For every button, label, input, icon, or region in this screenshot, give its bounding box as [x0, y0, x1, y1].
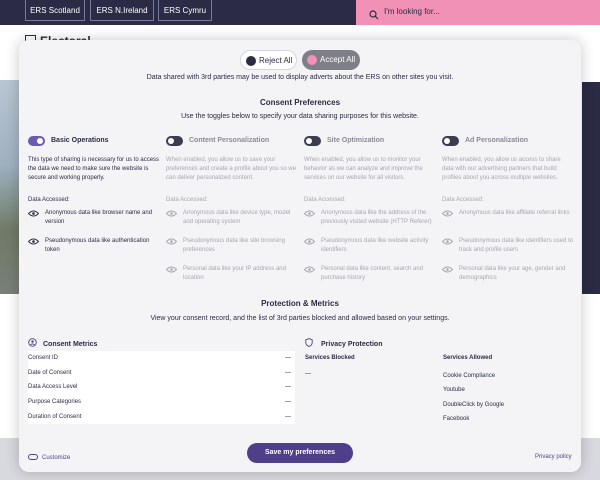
- nav-tab-n-ireland[interactable]: ERS N.Ireland: [90, 0, 154, 21]
- accept-all-button[interactable]: Accept All: [302, 50, 360, 70]
- consent-modal: Reject All Accept All Data shared with 3…: [19, 40, 581, 472]
- customize-link[interactable]: Customize: [28, 454, 70, 461]
- hero-image: [0, 80, 19, 294]
- preferences-title: Consent Preferences: [259, 98, 341, 107]
- protection-subtitle: View your consent record, and the list o…: [150, 315, 450, 322]
- allowed-service-item: DoubleClick by Google: [443, 402, 505, 408]
- eye-icon: [27, 210, 40, 221]
- reject-all-label: Reject All: [259, 56, 293, 65]
- accept-dot-icon: [307, 55, 317, 65]
- reject-dot-icon: [246, 56, 256, 66]
- category-description: When enabled, you allow us access to sha…: [442, 157, 561, 181]
- toggle-icon: [28, 454, 38, 460]
- nav-tab-scotland[interactable]: ERS Scotland: [25, 0, 85, 21]
- search-placeholder: I'm looking for...: [384, 7, 440, 16]
- toggle-content-personalization[interactable]: [166, 136, 183, 146]
- services-blocked-value: —: [305, 371, 311, 377]
- data-item: Personal data like your age, gender and …: [441, 265, 574, 293]
- data-item: Personal data like your IP address and l…: [165, 265, 298, 293]
- data-accessed-label: Data Accessed:: [304, 197, 346, 203]
- metric-row: Duration of Consent —: [28, 413, 291, 420]
- data-item: Anonymous data like affiliate referral l…: [441, 209, 574, 237]
- category-basic-operations: Basic Operations This type of sharing is…: [27, 136, 160, 265]
- metric-row: Consent ID —: [28, 355, 291, 361]
- allowed-service-item: Facebook: [443, 416, 470, 422]
- allowed-service-item: Youtube: [443, 387, 465, 393]
- toggle-basic-operations[interactable]: [28, 136, 45, 146]
- shield-icon: [305, 338, 313, 347]
- preferences-subtitle: Use the toggles below to specify your da…: [181, 113, 419, 120]
- user-circle-icon: [28, 338, 37, 347]
- eye-icon: [303, 210, 316, 221]
- data-item: Pseudonymous data like site browsing pre…: [165, 237, 298, 265]
- data-item: Anonymous data like browser name and ver…: [27, 209, 160, 237]
- eye-icon: [27, 238, 40, 249]
- search-icon: [369, 7, 379, 25]
- data-accessed-label: Data Accessed:: [28, 197, 70, 203]
- category-description: When enabled, you allow us to save your …: [166, 157, 297, 181]
- data-item: Pseudonymous data like identifiers used …: [441, 237, 574, 265]
- eye-icon: [165, 266, 178, 277]
- save-preferences-button[interactable]: Save my preferences: [247, 443, 353, 463]
- eye-icon: [303, 266, 316, 277]
- reject-all-button[interactable]: Reject All: [240, 50, 297, 70]
- protection-title: Protection & Metrics: [261, 299, 339, 308]
- category-title: Content Personalization: [189, 137, 270, 144]
- category-title: Basic Operations: [51, 137, 109, 144]
- allowed-service-item: Cookie Compliance: [443, 373, 496, 379]
- privacy-protection-heading: Privacy Protection: [305, 338, 382, 348]
- data-item: Pseudonymous data like website activity …: [303, 237, 436, 265]
- data-item: Anonymous data like the address of the p…: [303, 209, 436, 237]
- eye-icon: [441, 266, 454, 277]
- services-allowed-heading: Services Allowed: [443, 355, 493, 361]
- eye-icon: [303, 238, 316, 249]
- data-accessed-label: Data Accessed:: [442, 197, 484, 203]
- data-item: Pseudonymous data like authentication to…: [27, 237, 160, 265]
- eye-icon: [165, 210, 178, 221]
- consent-intro: Data shared with 3rd parties may be used…: [146, 74, 454, 81]
- side-panel: [582, 82, 600, 294]
- accept-all-label: Accept All: [320, 55, 356, 64]
- data-item: Anonymous data like device type, model a…: [165, 209, 298, 237]
- eye-icon: [165, 238, 178, 249]
- category-content-personalization: Content Personalization When enabled, yo…: [165, 136, 298, 293]
- data-accessed-label: Data Accessed:: [166, 197, 208, 203]
- category-description: When enabled, you allow us to monitor yo…: [304, 157, 423, 181]
- consent-metrics-heading: Consent Metrics: [28, 338, 97, 348]
- eye-icon: [441, 238, 454, 249]
- category-title: Site Optimization: [327, 137, 385, 144]
- eye-icon: [441, 210, 454, 221]
- nav-tab-cymru[interactable]: ERS Cymru: [158, 0, 212, 21]
- category-ad-personalization: Ad Personalization When enabled, you all…: [441, 136, 574, 293]
- services-blocked-heading: Services Blocked: [305, 355, 355, 361]
- metric-row: Data Access Level —: [28, 384, 291, 391]
- toggle-ad-personalization[interactable]: [442, 136, 459, 146]
- metric-row: Purpose Categories —: [28, 399, 291, 406]
- metric-row: Date of Consent —: [28, 369, 291, 376]
- consent-metrics-table: Consent ID — Date of Consent — Data Access…: [28, 351, 295, 425]
- data-item: Personal data like content, search and p…: [303, 265, 436, 293]
- privacy-policy-link[interactable]: Privacy policy: [535, 454, 572, 460]
- category-description: This type of sharing is necessary for us…: [28, 157, 160, 181]
- category-title: Ad Personalization: [465, 137, 529, 144]
- search-bar[interactable]: I'm looking for...: [356, 0, 600, 25]
- toggle-site-optimization[interactable]: [304, 136, 321, 146]
- category-site-optimization: Site Optimization When enabled, you allo…: [303, 136, 436, 293]
